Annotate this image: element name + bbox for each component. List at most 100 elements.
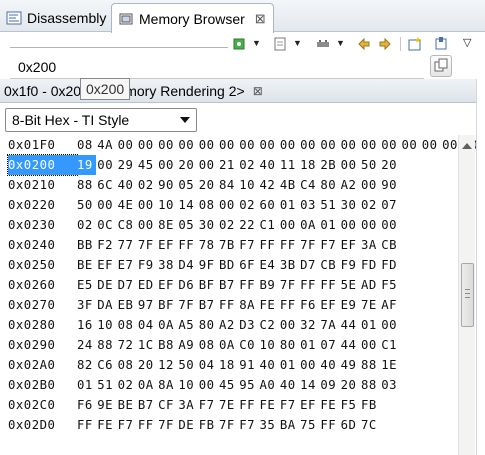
memory-cell[interactable]: 44 — [341, 335, 358, 355]
memory-cell[interactable]: 40 — [280, 375, 297, 395]
memory-cell[interactable]: 14 — [300, 375, 317, 395]
memory-cell[interactable]: 40 — [320, 355, 337, 375]
memory-cell[interactable]: 88 — [361, 355, 378, 375]
memory-cell[interactable]: 02 — [219, 215, 236, 235]
memory-cell[interactable]: 9F — [199, 255, 216, 275]
memory-cell[interactable]: 18 — [219, 355, 236, 375]
memory-cell[interactable]: 50 — [178, 355, 195, 375]
memory-cell[interactable]: 40 — [118, 175, 135, 195]
memory-cell[interactable]: 00 — [219, 135, 236, 155]
memory-cell[interactable]: 20 — [138, 355, 155, 375]
memory-cell[interactable]: 3A — [178, 395, 195, 415]
memory-cell[interactable]: 00 — [260, 135, 277, 155]
memory-cell[interactable]: 7E — [361, 295, 378, 315]
memory-row[interactable]: 0x02B0 01 51 02 0A 8A 10 00 45 95 A0 40 14 09 20 88 03 — [8, 375, 398, 395]
memory-cell[interactable]: 8A — [158, 375, 175, 395]
memory-row[interactable]: 0x02D0 FF FE F7 FF 7F DE FB 7F F7 35 BA 75 FF 6D 7C — [8, 415, 381, 435]
memory-cell[interactable]: EF — [158, 275, 175, 295]
memory-cell[interactable]: 00 — [361, 335, 378, 355]
memory-table[interactable]: 0x01F0 08 4A 00 00 00 00 00 00 00 00 00 00 00 00 00 00 00… — [0, 135, 478, 455]
memory-cell[interactable]: 2B — [320, 155, 337, 175]
memory-cell[interactable]: 45 — [219, 375, 236, 395]
memory-cell[interactable]: D3 — [239, 315, 256, 335]
memory-cell[interactable]: ED — [138, 275, 155, 295]
memory-cell[interactable]: CB — [381, 235, 398, 255]
memory-cell[interactable]: FF — [239, 395, 256, 415]
memory-cell[interactable]: DE — [97, 275, 114, 295]
memory-cell[interactable]: FF — [219, 295, 236, 315]
memory-cell[interactable]: 00 — [280, 215, 297, 235]
memory-cell[interactable]: FD — [361, 255, 378, 275]
memory-cell[interactable]: 00 — [158, 135, 175, 155]
memory-cell[interactable]: F9 — [138, 255, 155, 275]
copy-address-button[interactable] — [430, 55, 452, 77]
memory-cell[interactable]: FE — [260, 295, 277, 315]
memory-row[interactable]: 0x0200 19 00 29 45 00 20 00 21 02 40 11 18 2B 00 50 20 — [7, 154, 398, 176]
tab-memory-rendering[interactable]: 0x1f0 - 0x20 ) <Memory Rendering 2> ⊠ — [0, 79, 263, 103]
memory-cell[interactable]: BE — [118, 395, 135, 415]
scroll-up-arrow-icon[interactable] — [462, 143, 472, 149]
memory-cell[interactable]: 00 — [341, 215, 358, 235]
memory-cell[interactable]: 77 — [118, 235, 135, 255]
memory-cell[interactable]: BA — [280, 415, 297, 435]
memory-cell[interactable]: 00 — [138, 195, 155, 215]
memory-row[interactable]: 0x0250 BE EF E7 F9 38 D4 9F BD 6F E4 3B D7 CB F9 FD FD — [8, 255, 398, 275]
memory-row[interactable]: 0x0280 16 10 08 04 0A A5 80 A2 D3 C2 00 32 7A 44 01 00 — [8, 315, 398, 335]
import-icon[interactable] — [271, 35, 289, 53]
memory-cell[interactable]: BD — [219, 255, 236, 275]
memory-cell[interactable]: AF — [381, 295, 398, 315]
memory-cell[interactable]: F7 — [118, 415, 135, 435]
memory-cell[interactable]: 01 — [300, 335, 317, 355]
memory-cell[interactable]: 29 — [118, 155, 135, 175]
memory-cell[interactable]: 10 — [178, 375, 195, 395]
memory-cell[interactable]: FF — [320, 415, 337, 435]
memory-cell[interactable]: 01 — [320, 215, 337, 235]
memory-cell[interactable]: A5 — [178, 315, 195, 335]
memory-cell[interactable]: 02 — [361, 195, 378, 215]
memory-cell[interactable]: 20 — [381, 155, 398, 175]
memory-cell[interactable]: F5 — [341, 395, 358, 415]
memory-cell[interactable]: 00 — [219, 195, 236, 215]
memory-cell[interactable]: 72 — [118, 335, 135, 355]
memory-cell[interactable]: 00 — [178, 135, 195, 155]
memory-cell[interactable]: 20 — [178, 155, 195, 175]
memory-cell[interactable]: DA — [97, 295, 114, 315]
memory-row[interactable]: 0x0230 02 0C C8 00 8E 05 30 02 22 C1 00 0A 01 00 00 00 — [8, 215, 398, 235]
memory-cell[interactable]: 7F — [178, 295, 195, 315]
memory-cell[interactable]: 00 — [320, 135, 337, 155]
memory-cell[interactable]: F9 — [341, 255, 358, 275]
memory-cell[interactable]: E5 — [77, 275, 94, 295]
memory-cell[interactable]: 1C — [138, 335, 155, 355]
memory-cell[interactable]: 49 — [341, 355, 358, 375]
memory-cell[interactable]: 90 — [381, 175, 398, 195]
memory-cell[interactable]: 20 — [199, 175, 216, 195]
memory-cell[interactable]: D6 — [178, 275, 195, 295]
memory-cell[interactable]: C1 — [260, 215, 277, 235]
address-input[interactable] — [10, 55, 424, 79]
memory-cell[interactable]: 32 — [300, 315, 317, 335]
memory-cell[interactable]: FF — [178, 235, 195, 255]
memory-cell[interactable]: A2 — [219, 315, 236, 335]
memory-cell[interactable]: 12 — [158, 355, 175, 375]
memory-cell[interactable]: 20 — [341, 375, 358, 395]
memory-cell[interactable]: 01 — [280, 195, 297, 215]
memory-cell[interactable]: FB — [361, 395, 378, 415]
memory-cell[interactable]: 80 — [199, 315, 216, 335]
memory-cell[interactable]: 82 — [77, 355, 94, 375]
memory-cell[interactable]: 4E — [118, 195, 135, 215]
go-green-icon[interactable] — [230, 35, 248, 53]
memory-cell[interactable]: 44 — [341, 315, 358, 335]
new-tab-icon[interactable] — [406, 35, 424, 53]
memory-cell[interactable]: 40 — [260, 155, 277, 175]
memory-cell[interactable]: 11 — [280, 155, 297, 175]
memory-cell[interactable]: 05 — [178, 175, 195, 195]
memory-cell[interactable]: 08 — [77, 135, 94, 155]
memory-cell[interactable]: 00 — [118, 135, 135, 155]
memory-row[interactable]: 0x0240 BB F2 77 7F EF FF 78 7B F7 FF FF 7F F7 EF 3A CB — [8, 235, 398, 255]
memory-cell[interactable]: E4 — [260, 255, 277, 275]
memory-cell[interactable]: 0A — [219, 335, 236, 355]
memory-cell[interactable]: 03 — [381, 375, 398, 395]
memory-cell[interactable]: F6 — [300, 295, 317, 315]
memory-cell[interactable]: 00 — [361, 215, 378, 235]
memory-cell[interactable]: 00 — [381, 215, 398, 235]
